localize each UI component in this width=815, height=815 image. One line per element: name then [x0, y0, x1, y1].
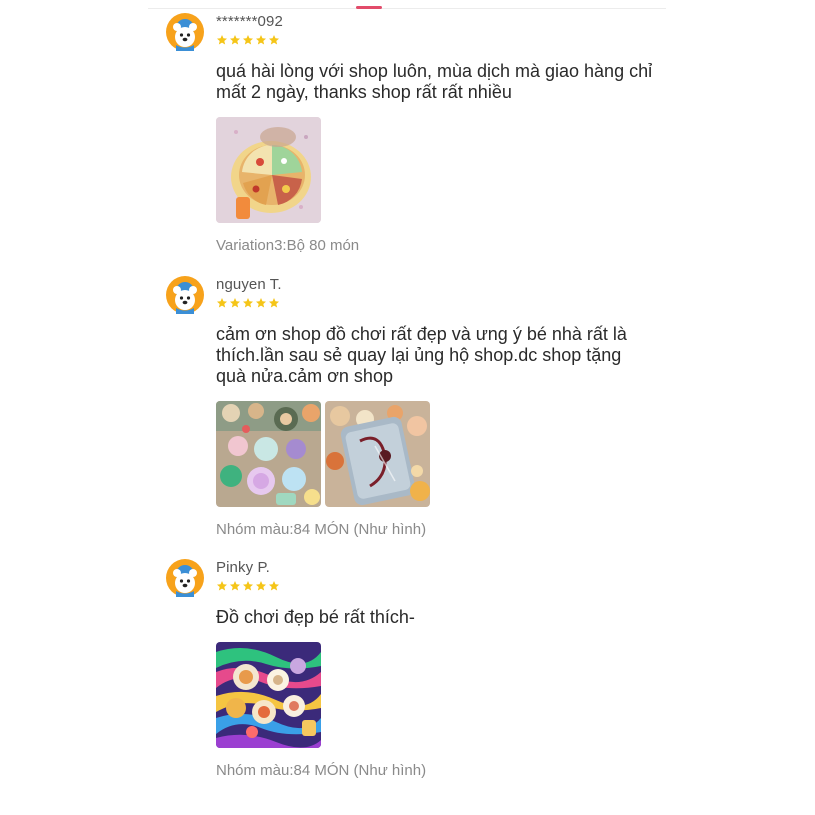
star-icon [243, 35, 253, 45]
star-icon [230, 581, 240, 591]
rating-stars [216, 34, 656, 47]
gift-package-photo[interactable] [325, 401, 430, 507]
avatar-bear-icon[interactable] [166, 13, 204, 51]
variation-label: Nhóm màu:84 MÓN (Như hình) [216, 762, 427, 779]
star-icon [269, 298, 279, 308]
review-photos [216, 117, 656, 223]
star-icon [269, 35, 279, 45]
avatar-bear-icon[interactable] [166, 559, 204, 597]
toy-food-set-photo[interactable] [216, 401, 321, 507]
review-text: quá hài lòng với shop luôn, mùa dịch mà … [216, 61, 653, 102]
review-screen: *******092 quá hài lòng với shop luôn, m… [0, 0, 815, 815]
rating-stars [216, 580, 656, 593]
variation-label: Variation3:Bộ 80 món [216, 237, 360, 254]
review-content: Pinky P. Đồ chơi đẹp bé rất thích- Nhóm … [216, 559, 656, 780]
star-icon [256, 35, 266, 45]
star-icon [243, 581, 253, 591]
review-text: Đồ chơi đẹp bé rất thích- [216, 607, 415, 627]
scroll-indicator [356, 6, 382, 9]
variation-label: Nhóm màu:84 MÓN (Như hình) [216, 521, 427, 538]
reviewer-name[interactable]: nguyen T. [216, 276, 656, 294]
star-icon [243, 298, 253, 308]
star-icon [217, 298, 227, 308]
star-icon [230, 298, 240, 308]
review-photos [216, 401, 656, 507]
review-content: nguyen T. cảm ơn shop đồ chơi rất đẹp và… [216, 276, 656, 539]
review-photos [216, 642, 656, 748]
review-text: cảm ơn shop đồ chơi rất đẹp và ưng ý bé … [216, 324, 627, 386]
star-icon [269, 581, 279, 591]
star-icon [256, 581, 266, 591]
star-icon [217, 35, 227, 45]
star-icon [230, 35, 240, 45]
toy-food-on-blanket-photo[interactable] [216, 642, 321, 748]
review-content: *******092 quá hài lòng với shop luôn, m… [216, 13, 656, 255]
reviewer-name[interactable]: *******092 [216, 13, 656, 31]
star-icon [256, 298, 266, 308]
pizza-toy-photo[interactable] [216, 117, 321, 223]
rating-stars [216, 297, 656, 310]
reviewer-name[interactable]: Pinky P. [216, 559, 656, 577]
avatar-bear-icon[interactable] [166, 276, 204, 314]
top-divider [148, 8, 666, 9]
star-icon [217, 581, 227, 591]
